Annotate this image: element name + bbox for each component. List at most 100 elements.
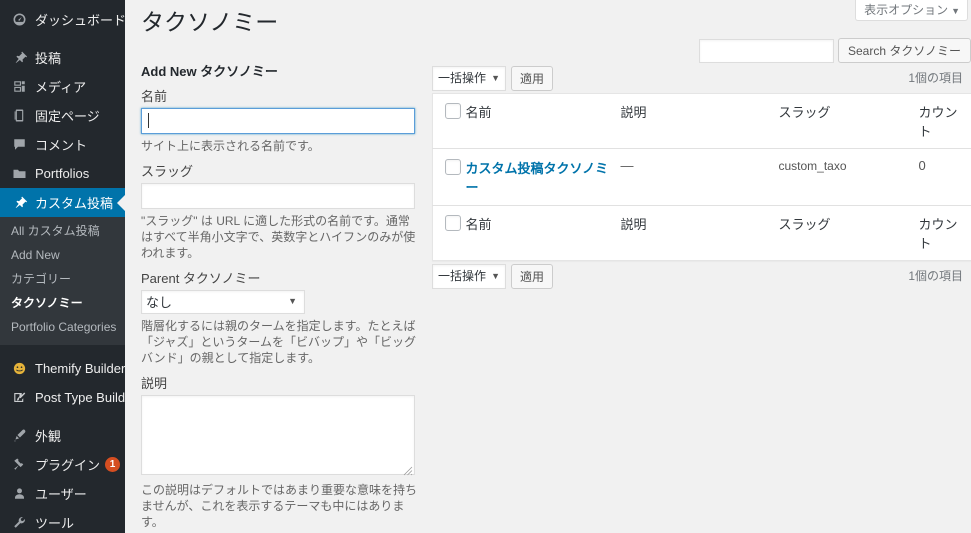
sidebar-subitem-all-custom-posts[interactable]: All カスタム投稿 [0, 219, 125, 243]
sidebar-item-label: メディア [35, 80, 87, 95]
portfolio-icon [9, 164, 29, 184]
column-footer-label: 名前 [465, 217, 492, 232]
column-header-slug[interactable]: スラッグ [778, 93, 919, 149]
sidebar-subitem-categories[interactable]: カテゴリー [0, 267, 125, 291]
column-header-label: スラッグ [778, 105, 831, 120]
sidebar-item-label: ダッシュボード [35, 13, 125, 28]
tablenav-top: 一括操作 ▼ 適用 1個の項目 [432, 63, 971, 93]
bulk-apply-button-bottom[interactable]: 適用 [511, 263, 554, 289]
description-textarea-wrap [141, 395, 415, 478]
screen-options-label: 表示オプション [864, 3, 949, 17]
row-description-cell: — [621, 149, 779, 206]
column-footer-slug[interactable]: スラッグ [778, 205, 919, 261]
wp-admin-screen: ダッシュボード 投稿 メディア 固定ページ コメント Portfolios カス… [0, 0, 971, 533]
sidebar-item-media[interactable]: メディア [0, 72, 125, 101]
parent-select[interactable]: なし [141, 290, 305, 314]
sidebar-divider [0, 412, 125, 421]
select-all-header [432, 93, 466, 149]
table-row[interactable]: カスタム投稿タクソノミー — custom_taxo 0 [432, 148, 971, 206]
row-checkbox-cell [433, 149, 466, 206]
column-footer-label: カウント [918, 217, 958, 251]
select-all-checkbox-bottom[interactable] [445, 214, 461, 231]
table-footer-row: 名前 説明 スラッグ カウント [432, 205, 971, 261]
column-footer-label: スラッグ [778, 217, 831, 232]
bulk-action-select-bottom[interactable]: 一括操作 [432, 263, 506, 289]
wrench-icon [9, 513, 29, 533]
search-submit-button[interactable]: Search タクソノミー [838, 38, 971, 63]
slug-help-text: "スラッグ" は URL に適した形式の名前です。通常はすべて半角小文字で、英数… [141, 214, 416, 260]
search-input[interactable] [699, 38, 834, 63]
smiley-icon [9, 359, 29, 379]
sidebar-item-themify-builder[interactable]: Themify Builder [0, 354, 125, 383]
admin-content: 表示オプション ▼ タクソノミー Search タクソノミー Add New タク… [125, 0, 971, 533]
sidebar-item-users[interactable]: ユーザー [0, 479, 125, 508]
sidebar-subitem-label: Add New [11, 248, 60, 262]
name-label: 名前 [141, 89, 168, 104]
page-icon [9, 106, 29, 126]
column-footer-count[interactable]: カウント [918, 205, 971, 261]
bulk-apply-button-top[interactable]: 適用 [511, 65, 554, 91]
bulk-action-select-wrap-bottom: 一括操作 ▼ [432, 263, 506, 289]
sidebar-submenu: All カスタム投稿 Add New カテゴリー タクソノミー Portfoli… [0, 217, 125, 345]
bulk-action-select-top[interactable]: 一括操作 [432, 65, 506, 91]
column-header-label: 説明 [620, 105, 647, 120]
sidebar-item-posts[interactable]: 投稿 [0, 43, 125, 72]
pin-icon [9, 193, 29, 213]
plug-icon [9, 455, 29, 475]
name-input[interactable] [141, 108, 415, 134]
sidebar-item-comments[interactable]: コメント [0, 130, 125, 159]
table-body: カスタム投稿タクソノミー — custom_taxo 0 [432, 148, 971, 206]
sidebar-subitem-taxonomy[interactable]: タクソノミー [0, 291, 125, 315]
row-description-value: — [620, 158, 634, 173]
row-checkbox[interactable] [445, 158, 461, 175]
description-help-text: この説明はデフォルトではあまり重要な意味を持ちませんが、これを表示するテーマも中… [141, 483, 418, 529]
column-header-description[interactable]: 説明 [620, 93, 779, 149]
parent-label: Parent タクソノミー [141, 271, 261, 286]
sidebar-item-tools[interactable]: ツール [0, 508, 125, 533]
sidebar-item-portfolios[interactable]: Portfolios [0, 159, 125, 188]
sidebar-item-post-type-builder[interactable]: Post Type Builder [0, 383, 125, 412]
sidebar-item-custom-posts[interactable]: カスタム投稿 [0, 188, 125, 217]
row-count-value: 0 [918, 158, 926, 173]
sidebar-item-label: Post Type Builder [35, 390, 125, 405]
column-footer-label: 説明 [620, 217, 647, 232]
sidebar-subitem-portfolio-categories[interactable]: Portfolio Categories [0, 315, 125, 339]
select-all-footer [432, 205, 466, 261]
column-header-name[interactable]: 名前 [465, 93, 621, 149]
sidebar-subitem-label: All カスタム投稿 [11, 224, 100, 238]
column-footer-description[interactable]: 説明 [620, 205, 779, 261]
name-input-wrap [141, 108, 431, 134]
table-foot: 名前 説明 スラッグ カウント [432, 205, 971, 261]
screen-options-button[interactable]: 表示オプション ▼ [855, 0, 968, 21]
table-header-row: 名前 説明 スラッグ カウント [432, 93, 971, 149]
bulk-action-select-wrap-top: 一括操作 ▼ [432, 65, 506, 91]
column-header-count[interactable]: カウント [918, 93, 971, 149]
sidebar-item-label: ユーザー [35, 487, 87, 502]
displaying-num-top: 1個の項目 [908, 71, 963, 85]
column-header-label: カウント [918, 105, 958, 139]
sidebar-item-plugins[interactable]: プラグイン 1 [0, 450, 125, 479]
sidebar-item-label: プラグイン [35, 458, 101, 473]
select-all-checkbox-top[interactable] [445, 102, 461, 119]
text-caret [148, 113, 149, 128]
column-footer-name[interactable]: 名前 [465, 205, 621, 261]
row-title-link[interactable]: カスタム投稿タクソノミー [466, 161, 609, 195]
sidebar-divider [0, 34, 125, 43]
form-heading: Add New タクソノミー [141, 64, 278, 79]
description-textarea[interactable] [141, 395, 415, 475]
taxonomy-list-table-area: 一括操作 ▼ 適用 1個の項目 名前 説明 スラッグ カウント カスタム投稿タク… [432, 63, 971, 291]
sidebar-item-pages[interactable]: 固定ページ [0, 101, 125, 130]
slug-input[interactable] [141, 183, 415, 209]
sidebar-item-label: ツール [35, 516, 75, 531]
pin-icon [9, 48, 29, 68]
sidebar-subitem-label: カテゴリー [11, 272, 72, 286]
name-field-group: 名前 サイト上に表示される名前です。 [141, 89, 431, 154]
sidebar-divider [0, 345, 125, 354]
displaying-num-bottom: 1個の項目 [908, 269, 963, 283]
sidebar-subitem-add-new[interactable]: Add New [0, 243, 125, 267]
slug-field-group: スラッグ "スラッグ" は URL に適した形式の名前です。通常はすべて半角小文… [141, 164, 431, 261]
row-slug-cell: custom_taxo [779, 149, 919, 206]
media-icon [9, 77, 29, 97]
sidebar-item-appearance[interactable]: 外観 [0, 421, 125, 450]
sidebar-item-dashboard[interactable]: ダッシュボード [0, 5, 125, 34]
